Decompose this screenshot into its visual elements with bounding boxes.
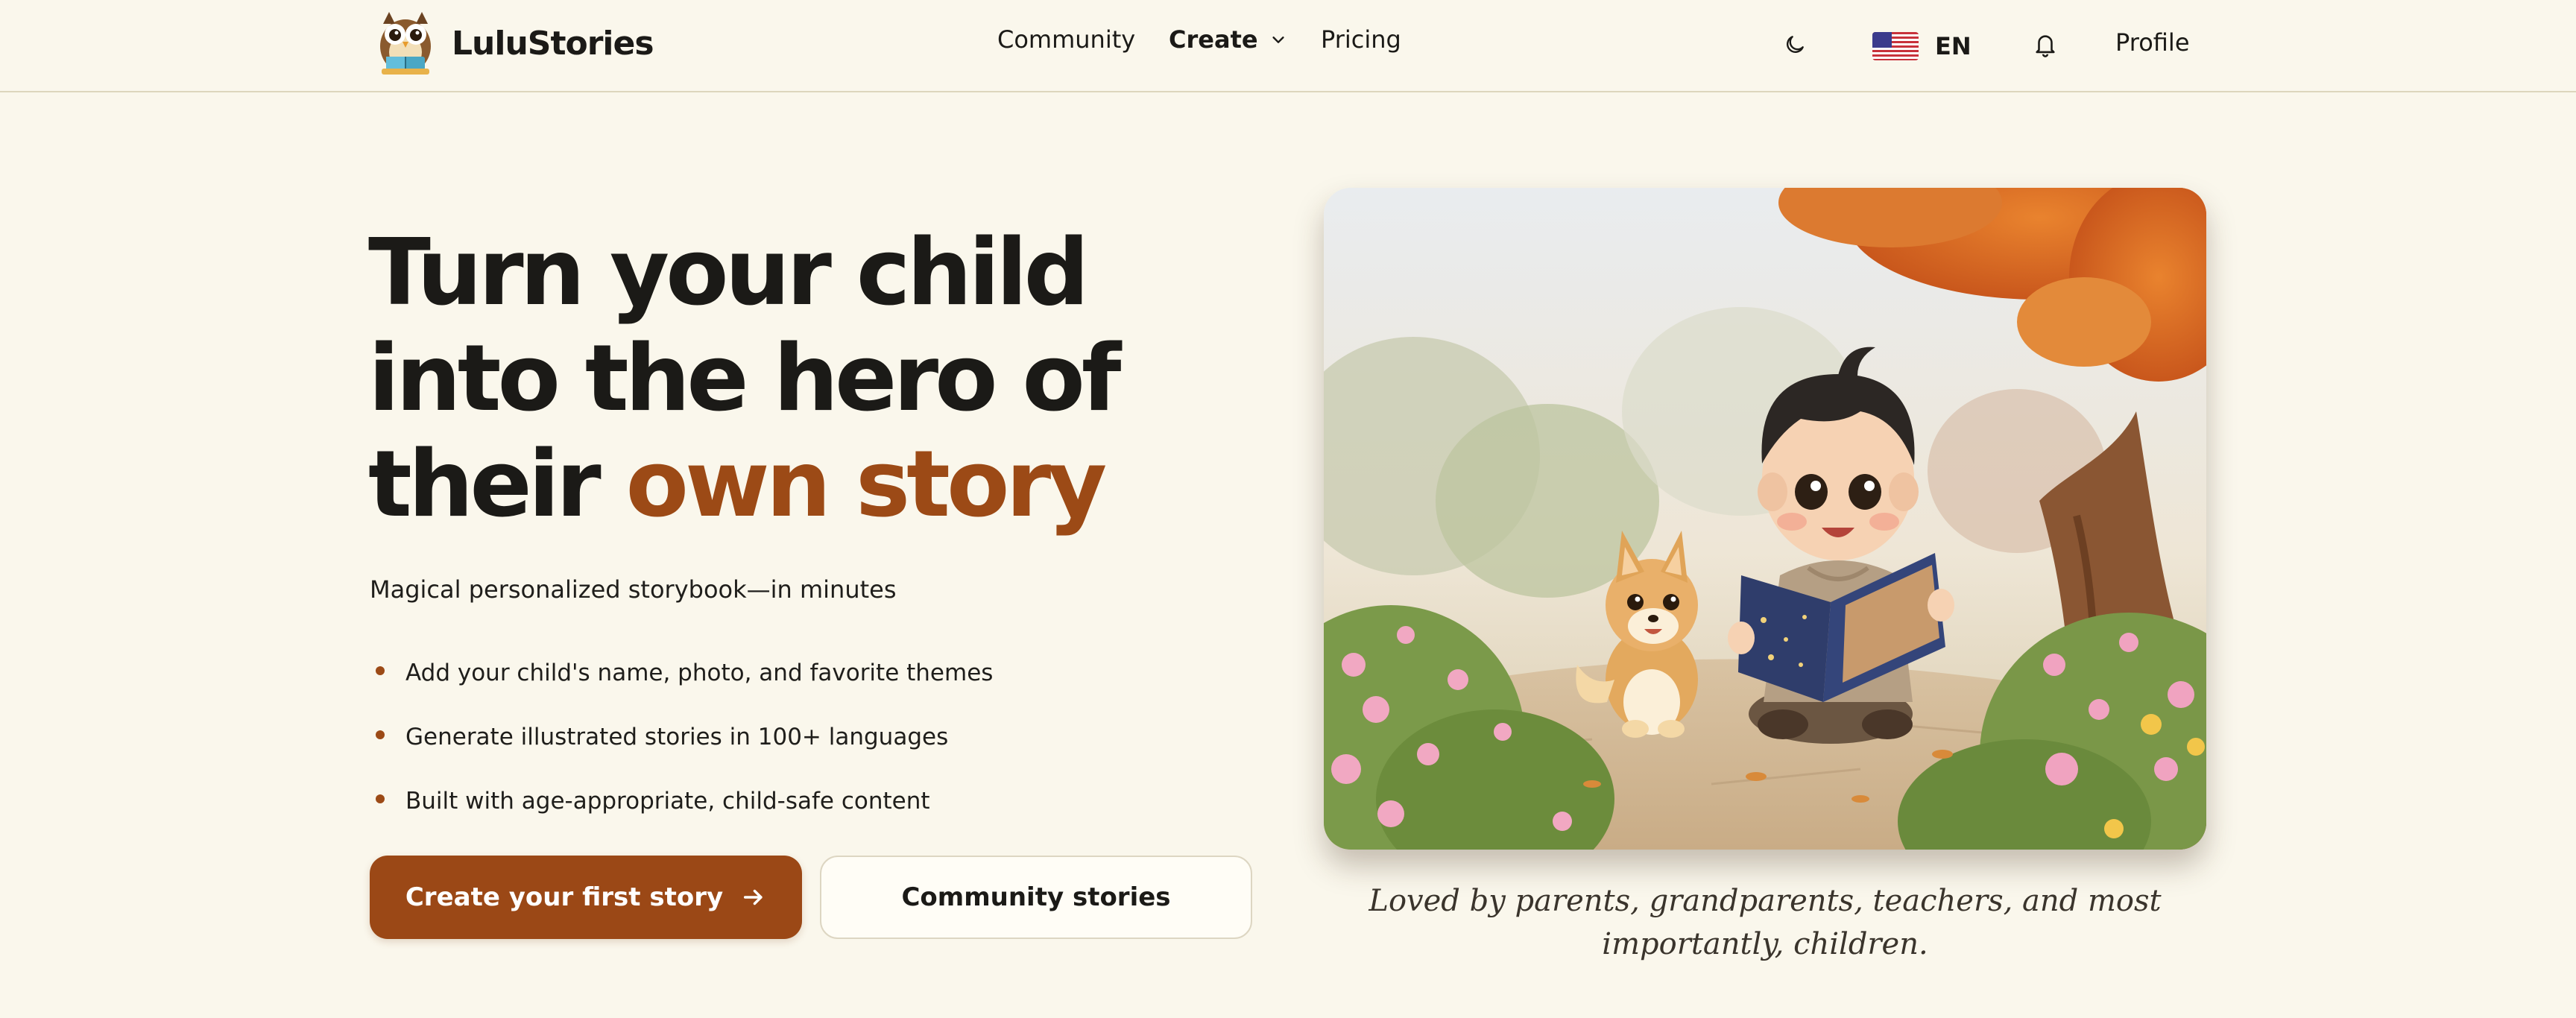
nav-community-link[interactable]: Community [997,25,1135,54]
feature-list: Add your child's name, photo, and favori… [370,656,993,848]
arrow-right-icon [744,889,763,905]
nav-pricing-link[interactable]: Pricing [1321,25,1401,54]
create-first-story-label: Create your first story [405,882,724,912]
nav-create-label: Create [1169,25,1258,54]
create-first-story-button[interactable]: Create your first story [370,856,802,939]
owl-reading-icon [380,12,431,75]
feature-item: Generate illustrated stories in 100+ lan… [370,720,993,754]
nav-create-dropdown[interactable]: Create [1169,25,1287,54]
feature-item: Add your child's name, photo, and favori… [370,656,993,690]
headline-line-2: into the hero of [368,326,1121,432]
community-stories-button[interactable]: Community stories [820,856,1252,939]
profile-label: Profile [2115,28,2190,57]
chevron-down-icon [1272,37,1284,43]
language-code: EN [1935,32,1972,60]
theme-toggle-button[interactable] [1778,28,1811,61]
brand-home-link[interactable]: LuluStories [370,7,654,79]
headline-line-3: their own story [368,431,1107,538]
community-stories-label: Community stories [901,882,1171,912]
feature-text: Add your child's name, photo, and favori… [405,660,994,686]
hero-subtitle: Magical personalized storybook—in minute… [370,575,897,604]
feature-text: Generate illustrated stories in 100+ lan… [405,724,949,750]
notifications-button[interactable] [2029,27,2062,63]
nav-pricing-label: Pricing [1321,25,1401,54]
profile-link[interactable]: Profile [2115,28,2190,57]
language-selector[interactable]: EN [1872,28,1972,64]
feature-text: Built with age-appropriate, child-safe c… [405,788,930,815]
brand-name: LuluStories [452,24,654,63]
hero-illustration [1324,188,2206,850]
headline-accent: own story [625,431,1107,538]
bell-icon [2036,35,2055,57]
boy-reading-with-puppy-image [1324,188,2206,850]
us-flag-icon [1872,32,1919,60]
moon-icon [1787,36,1804,53]
bullet-dot-icon [376,666,385,675]
bullet-dot-icon [376,730,385,739]
feature-item: Built with age-appropriate, child-safe c… [370,784,993,818]
nav-community-label: Community [997,25,1136,54]
headline-line-1: Turn your child [368,220,1090,326]
hero-tagline: Loved by parents, grandparents, teachers… [1368,884,2162,961]
bullet-dot-icon [376,794,385,803]
hero-headline: Turn your child into the hero of their o… [368,220,1121,538]
headline-line-3-prefix: their [368,431,626,538]
top-nav: LuluStories Community Create Pricing EN [0,0,2576,92]
